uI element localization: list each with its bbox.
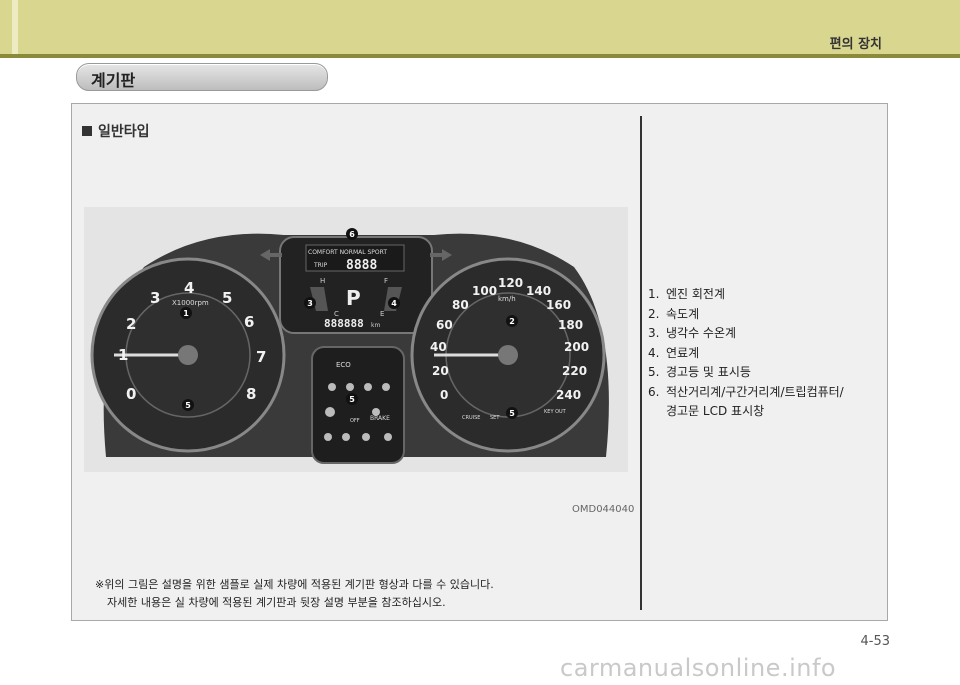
speed-unit: km/h xyxy=(498,295,516,303)
off-indicator: OFF xyxy=(350,418,360,424)
lcd-h: H xyxy=(320,277,325,285)
callout-4: 4 xyxy=(391,299,397,308)
footnote-line: 자세한 내용은 실 차량에 적용된 계기판과 뒷장 설명 부분을 참조하십시오. xyxy=(107,596,446,609)
panel-divider xyxy=(640,116,642,610)
lcd-gear: P xyxy=(346,286,361,310)
footnote-line: ※위의 그림은 설명을 위한 샘플로 실제 차량에 적용된 계기판 형상과 다를… xyxy=(95,578,494,591)
cruise-label: CRUISE xyxy=(462,415,480,421)
tach-number-8: 8 xyxy=(246,385,256,403)
lcd-e: E xyxy=(380,310,384,318)
top-banner xyxy=(0,0,960,54)
tach-number-1: 1 xyxy=(118,346,128,364)
speed-number-0: 0 xyxy=(440,388,448,402)
section-title-pill: 계기판 xyxy=(76,63,328,91)
speed-number-180: 180 xyxy=(558,318,583,332)
tach-number-3: 3 xyxy=(150,289,160,307)
footnote: ※위의 그림은 설명을 위한 샘플로 실제 차량에 적용된 계기판 형상과 다를… xyxy=(95,576,494,612)
brake-indicator: BRAKE xyxy=(370,415,390,422)
speed-number-100: 100 xyxy=(472,284,497,298)
legend-item: 1. 엔진 회전계 xyxy=(648,285,844,305)
eco-indicator: ECO xyxy=(336,361,351,369)
callout-6: 6 xyxy=(349,230,355,239)
tach-number-2: 2 xyxy=(126,315,136,333)
callout-3: 3 xyxy=(307,299,313,308)
lcd-digits: 8888 xyxy=(346,258,377,273)
legend-item: 2. 속도계 xyxy=(648,305,844,325)
legend-num: 2. xyxy=(648,306,660,321)
legend-num: 4. xyxy=(648,345,660,360)
legend-item: 3. 냉각수 수온계 xyxy=(648,324,844,344)
legend-num: 5. xyxy=(648,365,660,379)
legend-continuation: 경고문 LCD 표시창 xyxy=(666,404,765,418)
speed-number-240: 240 xyxy=(556,388,581,402)
tach-number-5: 5 xyxy=(222,289,232,307)
speed-number-40: 40 xyxy=(430,340,447,354)
legend-item: 6. 적산거리계/구간거리계/트립컴퓨터/ xyxy=(648,383,844,403)
tach-unit: X1000rpm xyxy=(172,299,209,307)
legend-num: 6. xyxy=(648,384,660,399)
legend-num: 3. xyxy=(648,326,660,340)
callout-2: 2 xyxy=(509,317,515,326)
speed-number-160: 160 xyxy=(546,298,571,312)
lcd-modes: COMFORT NORMAL SPORT xyxy=(308,249,387,256)
legend-item: 5. 경고등 및 표시등 xyxy=(648,363,844,383)
speed-number-60: 60 xyxy=(436,318,453,332)
lcd-odo: 888888 xyxy=(324,317,364,330)
legend-label: 경고등 및 표시등 xyxy=(666,365,751,379)
speed-number-80: 80 xyxy=(452,298,469,312)
speed-number-20: 20 xyxy=(432,364,449,378)
instrument-cluster-image: COMFORT NORMAL SPORT TRIP 8888 H F C E P… xyxy=(84,207,628,472)
speed-number-200: 200 xyxy=(564,340,589,354)
subheading: 일반타입 xyxy=(82,121,150,141)
lcd-trip: TRIP xyxy=(313,262,328,269)
photo-code: OMD044040 xyxy=(572,504,635,515)
tach-number-6: 6 xyxy=(244,313,254,331)
legend-label: 속도계 xyxy=(666,306,700,321)
callout-5-speed: 5 xyxy=(509,409,515,418)
banner-rule xyxy=(0,54,960,58)
watermark: carmanualsonline.info xyxy=(560,654,837,682)
callout-5-tach: 5 xyxy=(185,401,191,410)
page-number: 4-53 xyxy=(860,634,890,649)
lcd-odo-unit: km xyxy=(371,322,380,329)
key-out-label: KEY OUT xyxy=(544,409,567,415)
legend-label: 적산거리계/구간거리계/트립컴퓨터/ xyxy=(666,384,844,399)
tach-number-4: 4 xyxy=(184,279,194,297)
legend-label: 냉각수 수온계 xyxy=(666,326,737,340)
banner-tab xyxy=(12,0,18,54)
callout-5-center: 5 xyxy=(349,395,355,404)
legend-item: 4. 연료계 xyxy=(648,344,844,364)
chapter-title: 편의 장치 xyxy=(829,37,882,52)
tach-number-0: 0 xyxy=(126,385,136,403)
legend-num: 1. xyxy=(648,287,660,301)
square-bullet-icon xyxy=(82,126,92,136)
callout-1: 1 xyxy=(183,309,189,318)
section-title: 계기판 xyxy=(91,71,136,90)
lcd-f: F xyxy=(384,277,388,285)
speed-number-220: 220 xyxy=(562,364,587,378)
speed-number-140: 140 xyxy=(526,284,551,298)
set-label: SET xyxy=(490,415,500,421)
tach-number-7: 7 xyxy=(256,348,266,366)
subheading-text: 일반타입 xyxy=(98,124,150,140)
speed-number-120: 120 xyxy=(498,276,523,290)
legend-label: 엔진 회전계 xyxy=(666,287,726,301)
legend-label: 연료계 xyxy=(666,345,700,360)
legend-list: 1. 엔진 회전계 2. 속도계 3. 냉각수 수온계 4. 연료계 5. 경고등 및 표… xyxy=(648,285,844,422)
